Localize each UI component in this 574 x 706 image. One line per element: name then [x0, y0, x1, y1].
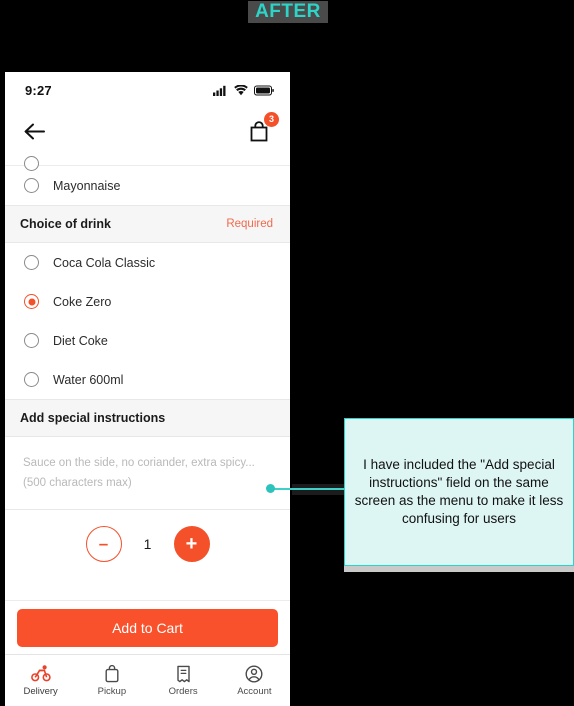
tab-label: Orders [168, 686, 198, 697]
partial-option-row[interactable] [5, 154, 290, 171]
radio-icon[interactable] [24, 178, 39, 193]
tab-orders[interactable]: Orders [148, 655, 219, 706]
quantity-stepper: – 1 + [5, 509, 290, 577]
section-required-badge: Required [226, 218, 273, 230]
back-arrow-icon [24, 123, 45, 139]
annotation-connector-line [274, 488, 346, 490]
option-label: Mayonnaise [53, 178, 121, 193]
annotation-anchor-dot [266, 484, 275, 493]
cart-badge: 3 [264, 112, 279, 127]
screenshot-root: AFTER 9:27 3 Mayonnaise Choice of drink … [0, 0, 574, 706]
phone-screen: 9:27 3 Mayonnaise Choice of drink Requir… [5, 72, 290, 706]
option-row-mayonnaise[interactable]: Mayonnaise [5, 166, 290, 205]
tab-account[interactable]: Account [219, 655, 290, 706]
after-banner-label: AFTER [255, 1, 321, 22]
option-label: Water 600ml [53, 372, 124, 387]
option-label: Coke Zero [53, 294, 112, 309]
option-label: Diet Coke [53, 333, 108, 348]
quantity-decrement-button[interactable]: – [85, 525, 122, 562]
tab-delivery[interactable]: Delivery [5, 655, 76, 706]
option-label: Coca Cola Classic [53, 255, 156, 270]
special-instructions-placeholder-line2: (500 characters max) [23, 477, 132, 490]
cellular-signal-icon [213, 85, 226, 96]
tab-label: Delivery [23, 686, 58, 697]
section-header-choice-of-drink: Choice of drink Required [5, 205, 290, 243]
cta-area: Add to Cart [5, 600, 290, 654]
menu-options-scroll[interactable]: Mayonnaise Choice of drink Required Coca… [5, 154, 290, 600]
special-instructions-placeholder-line1: Sauce on the side, no coriander, extra s… [23, 457, 255, 469]
tab-label: Account [237, 686, 272, 697]
battery-icon [254, 85, 274, 95]
radio-selected-icon[interactable] [24, 294, 39, 309]
radio-icon[interactable] [24, 255, 39, 270]
annotation-callout: I have included the "Add special instruc… [344, 418, 574, 566]
option-row-diet-coke[interactable]: Diet Coke [5, 321, 290, 360]
option-row-coca-cola-classic[interactable]: Coca Cola Classic [5, 243, 290, 282]
bottom-tab-bar: Delivery Pickup Orders Account [5, 654, 290, 706]
pickup-bag-icon [104, 664, 120, 683]
back-button[interactable] [19, 116, 49, 146]
radio-icon[interactable] [24, 372, 39, 387]
annotation-shadow [344, 566, 574, 572]
wifi-icon [234, 84, 248, 95]
radio-icon[interactable] [24, 333, 39, 348]
status-bar: 9:27 [5, 72, 290, 108]
cart-button[interactable]: 3 [244, 112, 279, 146]
after-banner: AFTER [248, 1, 328, 23]
add-to-cart-button[interactable]: Add to Cart [17, 608, 278, 647]
section-header-special-instructions: Add special instructions [5, 399, 290, 437]
nav-bar: 3 [5, 108, 290, 154]
status-time: 9:27 [25, 82, 52, 98]
quantity-increment-button[interactable]: + [173, 525, 210, 562]
section-title: Choice of drink [20, 217, 111, 231]
radio-partial-icon [24, 156, 39, 171]
tab-label: Pickup [97, 686, 127, 697]
status-icons [213, 84, 274, 96]
orders-receipt-icon [176, 664, 191, 683]
quantity-value: 1 [143, 535, 152, 552]
account-person-icon [245, 664, 263, 683]
option-row-coke-zero[interactable]: Coke Zero [5, 282, 290, 321]
special-instructions-input[interactable]: Sauce on the side, no coriander, extra s… [5, 437, 290, 509]
section-title: Add special instructions [20, 411, 166, 425]
delivery-bike-icon [30, 664, 51, 683]
annotation-text: I have included the "Add special instruc… [354, 457, 564, 526]
option-row-water-600ml[interactable]: Water 600ml [5, 360, 290, 399]
tab-pickup[interactable]: Pickup [76, 655, 147, 706]
